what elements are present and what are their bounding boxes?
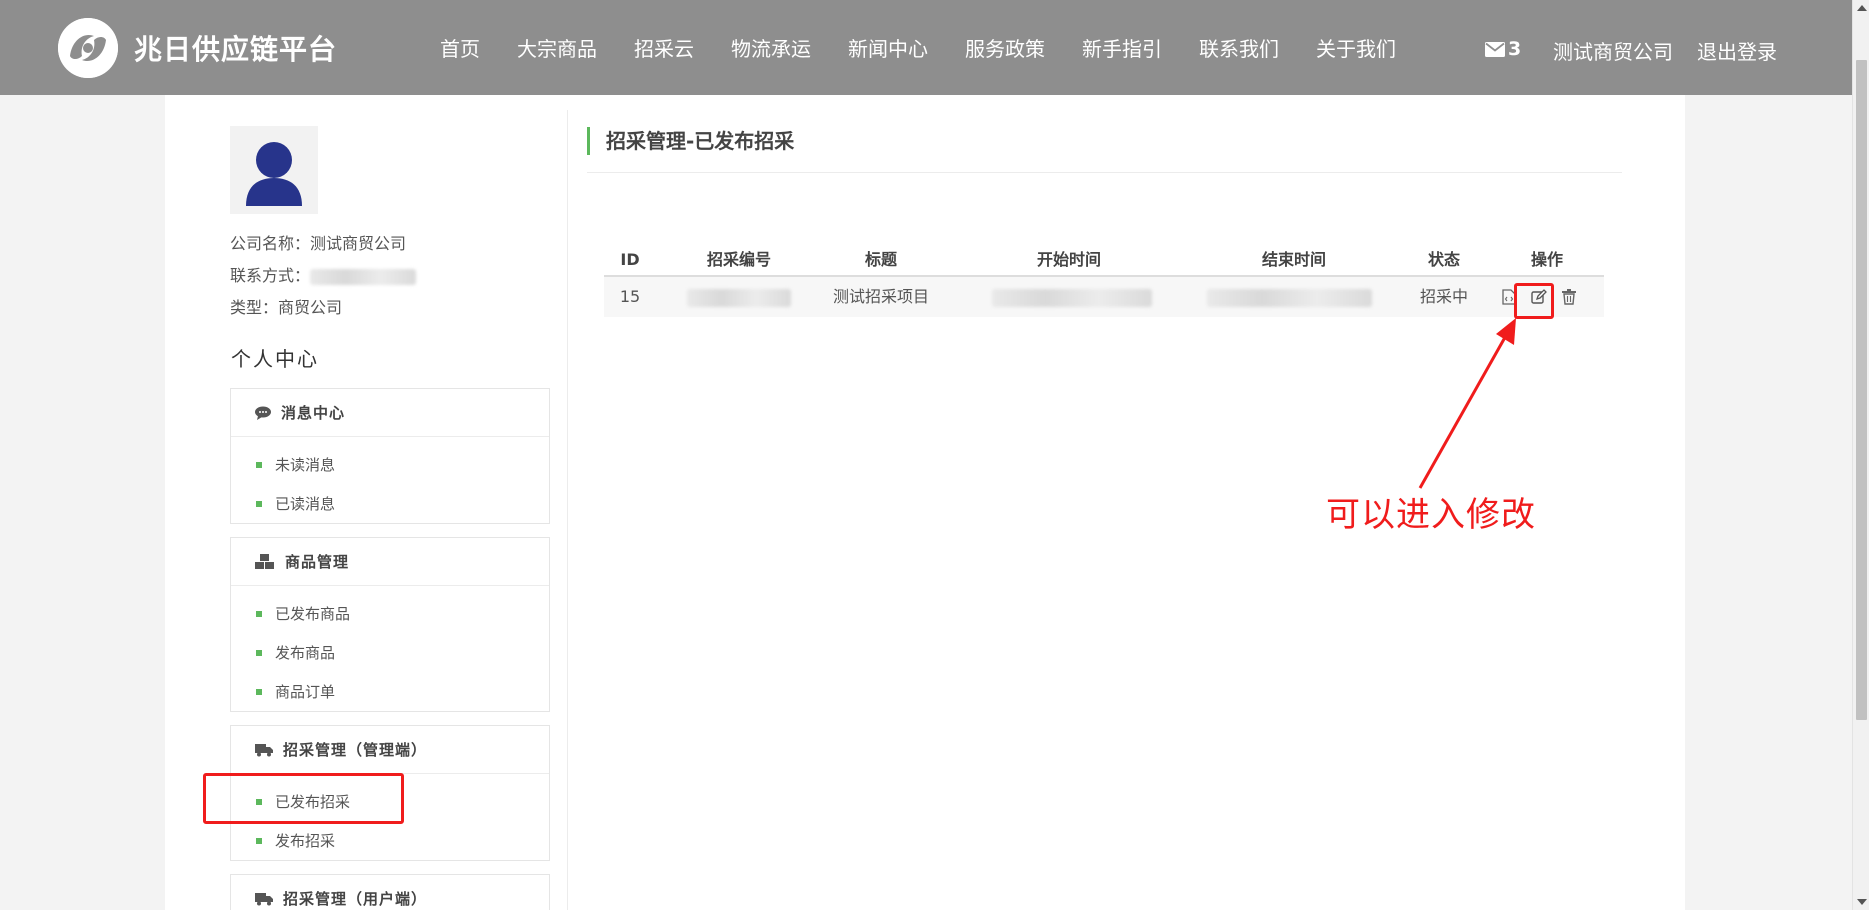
- col-start-time: 开始时间: [1036, 250, 1101, 269]
- nav-bulk-goods[interactable]: 大宗商品: [517, 33, 597, 62]
- contact-redacted: [310, 268, 417, 285]
- menu-group-messages: 消息中心 未读消息 已读消息: [230, 388, 550, 524]
- col-end-time: 结束时间: [1261, 250, 1326, 269]
- top-navbar: 兆日供应链平台 首页 大宗商品 招采云 物流承运 新闻中心 服务政策 新手指引 …: [0, 0, 1852, 95]
- highlight-box-menu: [203, 773, 404, 824]
- nav-policy[interactable]: 服务政策: [965, 33, 1045, 62]
- annotation-text: 可以进入修改: [1326, 495, 1536, 535]
- col-actions: 操作: [1530, 250, 1563, 269]
- nav-logistics[interactable]: 物流承运: [731, 33, 811, 62]
- menu-item-unread[interactable]: 未读消息: [231, 445, 549, 484]
- bullet-icon: [256, 837, 262, 844]
- profile-type: 类型：商贸公司: [230, 298, 343, 317]
- col-id: ID: [620, 250, 640, 269]
- cubes-icon: [255, 553, 274, 569]
- table-row: 15 测试招采项目 招采中: [604, 277, 1604, 317]
- scroll-down-arrow-icon[interactable]: [1857, 899, 1867, 905]
- menu-group-header[interactable]: 招采管理（用户端）: [231, 875, 549, 910]
- highlight-box-edit: [1514, 283, 1554, 319]
- nav-procurement-cloud[interactable]: 招采云: [634, 33, 694, 62]
- cell-title: 测试招采项目: [832, 287, 929, 306]
- nav-contact[interactable]: 联系我们: [1199, 33, 1279, 62]
- procurement-table: ID 招采编号 标题 开始时间 结束时间 状态 操作 15 测试招采项目 招采中: [604, 243, 1604, 317]
- main-nav: 首页 大宗商品 招采云 物流承运 新闻中心 服务政策 新手指引 联系我们 关于我…: [440, 0, 1433, 95]
- nav-guide[interactable]: 新手指引: [1082, 33, 1162, 62]
- company-account-link[interactable]: 测试商贸公司: [1553, 36, 1673, 65]
- bullet-icon: [256, 688, 262, 695]
- end-time-redacted: [1206, 288, 1372, 307]
- menu-group-header[interactable]: 招采管理（管理端）: [231, 726, 549, 774]
- brand-logo-icon[interactable]: [58, 18, 118, 78]
- nav-home[interactable]: 首页: [440, 33, 480, 62]
- cell-number: [684, 277, 794, 317]
- start-time-redacted: [991, 288, 1152, 307]
- profile-contact: 联系方式：: [230, 262, 417, 286]
- scrollbar-thumb[interactable]: [1856, 60, 1867, 720]
- scroll-up-arrow-icon[interactable]: [1857, 5, 1867, 11]
- user-avatar-icon: [230, 126, 318, 214]
- cell-id: 15: [619, 287, 641, 306]
- comment-icon: [255, 406, 271, 420]
- menu-group-procurement-user: 招采管理（用户端）: [230, 874, 550, 910]
- title-divider: [587, 172, 1622, 173]
- menu-item-publish-goods[interactable]: 发布商品: [231, 633, 549, 672]
- mail-link[interactable]: 3: [1485, 38, 1521, 60]
- truck-icon: [255, 743, 273, 756]
- bullet-icon: [256, 649, 262, 656]
- col-title: 标题: [864, 250, 897, 269]
- col-number: 招采编号: [706, 250, 771, 269]
- truck-icon: [255, 892, 273, 905]
- trash-icon[interactable]: [1557, 285, 1581, 309]
- menu-group-header[interactable]: 消息中心: [231, 389, 549, 437]
- menu-item-read[interactable]: 已读消息: [231, 484, 549, 523]
- table-header: ID 招采编号 标题 开始时间 结束时间 状态 操作: [604, 243, 1604, 277]
- page-scrollbar[interactable]: [1852, 0, 1869, 910]
- bullet-icon: [256, 610, 262, 617]
- menu-group-goods: 商品管理 已发布商品 发布商品 商品订单: [230, 537, 550, 712]
- menu-item-publish-procurement[interactable]: 发布招采: [231, 821, 549, 860]
- nav-news[interactable]: 新闻中心: [848, 33, 928, 62]
- page-title: 招采管理-已发布招采: [587, 127, 794, 155]
- cell-end-time: [1204, 277, 1374, 317]
- personal-center-title: 个人中心: [231, 347, 319, 371]
- bullet-icon: [256, 461, 262, 468]
- menu-group-header[interactable]: 商品管理: [231, 538, 549, 586]
- brand-name[interactable]: 兆日供应链平台: [134, 28, 337, 68]
- column-divider: [567, 110, 568, 910]
- mail-count: 3: [1508, 38, 1522, 60]
- menu-item-published-goods[interactable]: 已发布商品: [231, 594, 549, 633]
- cell-start-time: [989, 277, 1154, 317]
- number-redacted: [687, 288, 791, 307]
- nav-about[interactable]: 关于我们: [1316, 33, 1396, 62]
- menu-item-goods-orders[interactable]: 商品订单: [231, 672, 549, 711]
- bullet-icon: [256, 500, 262, 507]
- col-status: 状态: [1427, 250, 1460, 269]
- envelope-icon: [1485, 41, 1505, 57]
- profile-company: 公司名称：测试商贸公司: [230, 234, 407, 253]
- logout-link[interactable]: 退出登录: [1697, 36, 1777, 65]
- cell-status: 招采中: [1419, 287, 1468, 306]
